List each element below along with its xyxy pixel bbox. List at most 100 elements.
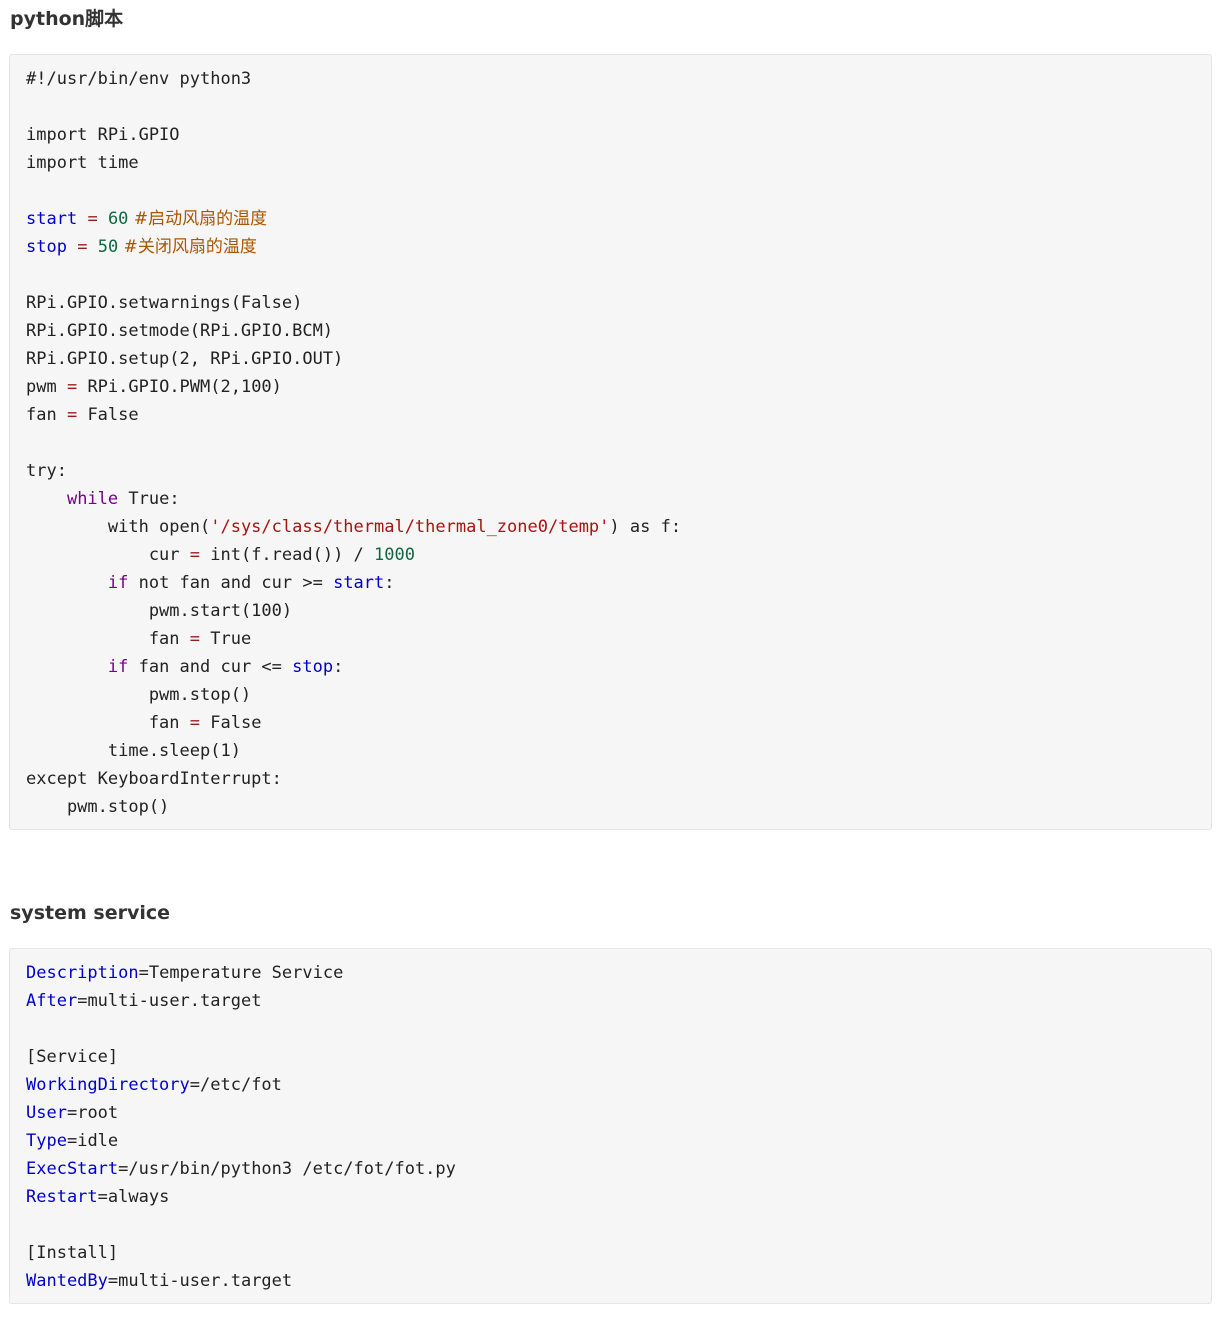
code-line: After=multi-user.target: [26, 987, 1211, 1015]
code-token: stop: [26, 237, 67, 257]
code-token: True:: [118, 489, 180, 509]
code-token: =: [87, 209, 98, 229]
code-token: =: [107, 1271, 119, 1291]
code-line: ​: [26, 93, 1211, 121]
code-line: ​: [26, 429, 1211, 457]
code-line: pwm = RPi.GPIO.PWM(2,100): [26, 373, 1211, 401]
code-token: cur: [26, 545, 190, 565]
code-token: =: [77, 991, 88, 1011]
code-token: :: [333, 657, 344, 677]
code-token: #启动风扇的温度: [128, 209, 268, 229]
code-token: try:: [26, 461, 67, 481]
code-line: fan = True: [26, 625, 1211, 653]
code-token: WantedBy: [26, 1271, 108, 1291]
code-line: ExecStart=/usr/bin/python3 /etc/fot/fot.…: [26, 1155, 1211, 1183]
code-token: if: [107, 573, 129, 593]
code-token: =: [66, 405, 78, 425]
code-token: Temperature Service: [148, 963, 344, 983]
code-token: pwm: [26, 377, 67, 397]
code-token: fan: [26, 405, 67, 425]
code-token: :: [384, 573, 395, 593]
code-token: except KeyboardInterrupt:: [26, 769, 282, 789]
code-token: #!/usr/bin/env python3: [26, 69, 252, 89]
code-token: =: [66, 377, 78, 397]
code-token: =: [66, 1103, 78, 1123]
service-code-block[interactable]: Description=Temperature Service After=mul…: [9, 948, 1212, 1304]
code-token: pwm.stop(): [26, 685, 252, 705]
code-token: After: [26, 991, 78, 1011]
code-token: if: [107, 657, 129, 677]
code-line: with open('/sys/class/thermal/thermal_zo…: [26, 513, 1211, 541]
code-line: start = 60 #启动风扇的温度: [26, 205, 1211, 233]
code-token: 60: [107, 209, 129, 229]
code-token: ) as f:: [609, 517, 682, 537]
code-token: import time: [26, 153, 139, 173]
code-token: =: [118, 1159, 129, 1179]
code-token: =: [66, 1131, 78, 1151]
code-token: while: [66, 489, 119, 509]
code-line: [Install]: [26, 1239, 1211, 1267]
code-token: =: [189, 545, 201, 565]
code-token: RPi.GPIO.setwarnings(False): [26, 293, 303, 313]
code-line: import RPi.GPIO: [26, 121, 1211, 149]
code-line: if not fan and cur >= start:: [26, 569, 1211, 597]
code-line: pwm.stop(): [26, 793, 1211, 821]
code-token: idle: [77, 1131, 119, 1151]
code-line: RPi.GPIO.setup(2, RPi.GPIO.OUT): [26, 345, 1211, 373]
code-token: start: [333, 573, 385, 593]
code-line: ​: [26, 1211, 1211, 1239]
code-token: 50: [97, 237, 119, 257]
code-token: '/sys/class/thermal/thermal_zone0/temp': [210, 517, 610, 537]
code-line: RPi.GPIO.setmode(RPi.GPIO.BCM): [26, 317, 1211, 345]
code-token: =: [189, 1075, 201, 1095]
python-code-block[interactable]: #!/usr/bin/env python3 ​ import RPi.GPIO im…: [9, 54, 1212, 830]
code-line: WorkingDirectory=/etc/fot: [26, 1071, 1211, 1099]
code-line: Type=idle: [26, 1127, 1211, 1155]
code-line: Description=Temperature Service: [26, 959, 1211, 987]
code-line: #!/usr/bin/env python3: [26, 65, 1211, 93]
code-line: cur = int(f.read()) / 1000: [26, 541, 1211, 569]
code-line: time.sleep(1): [26, 737, 1211, 765]
code-line: pwm.start(100): [26, 597, 1211, 625]
code-token: Description: [26, 963, 139, 983]
code-line: ​: [26, 1015, 1211, 1043]
code-token: RPi.GPIO.PWM(2,100): [77, 377, 282, 397]
code-token: pwm.start(100): [26, 601, 293, 621]
code-token: /etc/fot: [200, 1075, 282, 1095]
code-token: =: [189, 713, 201, 733]
code-line: [Service]: [26, 1043, 1211, 1071]
code-token: stop: [292, 657, 334, 677]
code-token: fan: [26, 713, 190, 733]
code-token: int(f.read()) /: [200, 545, 375, 565]
code-token: fan: [26, 629, 190, 649]
code-token: time.sleep(1): [26, 741, 241, 761]
code-token: #关闭风扇的温度: [118, 237, 257, 257]
code-line: User=root: [26, 1099, 1211, 1127]
code-line: ​: [26, 261, 1211, 289]
code-token: ExecStart: [26, 1159, 119, 1179]
code-line: if fan and cur <= stop:: [26, 653, 1211, 681]
code-token: multi-user.target: [118, 1271, 293, 1291]
code-token: fan and cur <=: [128, 657, 293, 677]
code-token: =: [97, 1187, 108, 1207]
code-token: 1000: [374, 545, 415, 565]
code-token: Restart: [26, 1187, 98, 1207]
code-token: not fan and cur >=: [128, 573, 334, 593]
code-token: start: [26, 209, 78, 229]
code-token: WorkingDirectory: [26, 1075, 190, 1095]
python-script-heading: python脚本: [10, 8, 124, 30]
code-token: =: [138, 963, 149, 983]
code-line: stop = 50 #关闭风扇的温度: [26, 233, 1211, 261]
code-line: Restart=always: [26, 1183, 1211, 1211]
code-token: always: [107, 1187, 170, 1207]
code-line: fan = False: [26, 401, 1211, 429]
code-line: WantedBy=multi-user.target: [26, 1267, 1211, 1295]
code-token: [Install]: [26, 1243, 119, 1263]
